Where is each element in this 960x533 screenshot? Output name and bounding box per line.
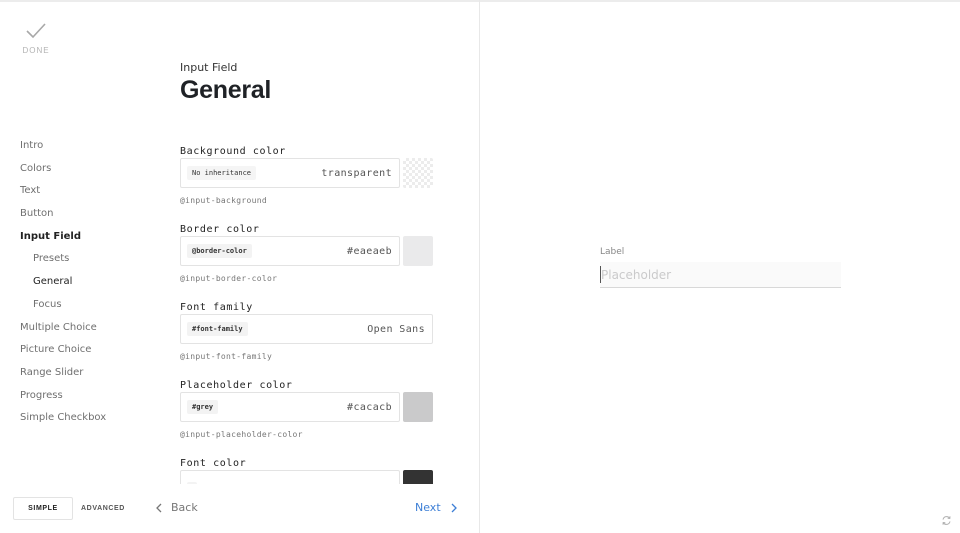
preview-field-label: Label bbox=[600, 247, 625, 257]
background-color-input[interactable]: No inheritance transparent bbox=[180, 158, 400, 188]
sidebar-item-picture-choice[interactable]: Picture Choice bbox=[20, 343, 106, 366]
page-title: General bbox=[180, 76, 272, 104]
field-value: transparent bbox=[321, 167, 392, 179]
border-color-input[interactable]: @border-color #eaeaeb bbox=[180, 236, 400, 266]
sidebar-item-range-slider[interactable]: Range Slider bbox=[20, 366, 106, 389]
sidebar-item-presets[interactable]: Presets bbox=[20, 252, 106, 275]
sidebar-item-general[interactable]: General bbox=[20, 275, 106, 298]
text-cursor bbox=[600, 266, 601, 283]
field-label: Placeholder color bbox=[180, 380, 293, 391]
sidebar-item-colors[interactable]: Colors bbox=[20, 162, 106, 185]
advanced-mode-button[interactable]: ADVANCED bbox=[78, 497, 128, 520]
fields-list: Background color No inheritance transpar… bbox=[180, 140, 440, 484]
back-label: Back bbox=[171, 501, 198, 514]
done-label: DONE bbox=[22, 46, 50, 55]
color-swatch[interactable] bbox=[403, 470, 433, 484]
field-label: Font color bbox=[180, 458, 247, 469]
field-font-color: Font color bbox=[180, 458, 440, 484]
field-label: Background color bbox=[180, 146, 286, 157]
variable-chip[interactable]: #font-family bbox=[187, 322, 248, 336]
section-label: Input Field bbox=[180, 61, 238, 74]
variable-name: @input-font-family bbox=[180, 352, 273, 361]
inheritance-chip[interactable]: No inheritance bbox=[187, 166, 257, 180]
sidebar-item-focus[interactable]: Focus bbox=[20, 298, 106, 321]
field-value: Open Sans bbox=[367, 323, 425, 335]
placeholder-color-input[interactable]: #grey #cacacb bbox=[180, 392, 400, 422]
variable-name: @input-border-color bbox=[180, 274, 278, 283]
next-label: Next bbox=[415, 501, 441, 514]
preview-input[interactable] bbox=[600, 262, 841, 288]
font-family-input[interactable]: #font-family Open Sans bbox=[180, 314, 433, 344]
variable-name: @input-placeholder-color bbox=[180, 430, 303, 439]
sidebar-item-text[interactable]: Text bbox=[20, 184, 106, 207]
refresh-icon[interactable] bbox=[941, 513, 952, 531]
simple-mode-button[interactable]: SIMPLE bbox=[13, 497, 73, 520]
variable-chip[interactable]: #grey bbox=[187, 400, 219, 414]
back-button[interactable]: Back bbox=[156, 501, 198, 514]
sidebar-item-intro[interactable]: Intro bbox=[20, 139, 106, 162]
field-placeholder-color: Placeholder color #grey #cacacb @input-p… bbox=[180, 380, 440, 439]
variable-chip[interactable] bbox=[187, 482, 197, 484]
field-border-color: Border color @border-color #eaeaeb @inpu… bbox=[180, 224, 440, 283]
color-swatch[interactable] bbox=[403, 392, 433, 422]
checkmark-icon bbox=[26, 23, 46, 39]
next-button[interactable]: Next bbox=[415, 501, 457, 514]
font-color-input[interactable] bbox=[180, 470, 400, 484]
sidebar-item-simple-checkbox[interactable]: Simple Checkbox bbox=[20, 411, 106, 434]
field-label: Border color bbox=[180, 224, 260, 235]
chevron-right-icon bbox=[451, 503, 457, 512]
field-value: #eaeaeb bbox=[347, 245, 392, 257]
chevron-left-icon bbox=[156, 503, 162, 512]
field-value: #cacacb bbox=[347, 401, 392, 413]
field-background-color: Background color No inheritance transpar… bbox=[180, 146, 440, 205]
field-label: Font family bbox=[180, 302, 253, 313]
sidebar-item-input-field[interactable]: Input Field bbox=[20, 230, 106, 253]
sidebar-item-button[interactable]: Button bbox=[20, 207, 106, 230]
done-button[interactable]: DONE bbox=[20, 22, 52, 55]
variable-chip[interactable]: @border-color bbox=[187, 244, 252, 258]
sidebar-item-progress[interactable]: Progress bbox=[20, 389, 106, 412]
sidebar-nav: Intro Colors Text Button Input Field Presets G… bbox=[20, 139, 106, 434]
color-swatch[interactable] bbox=[403, 158, 433, 188]
field-font-family: Font family #font-family Open Sans @inpu… bbox=[180, 302, 440, 361]
variable-name: @input-background bbox=[180, 196, 267, 205]
sidebar-item-multiple-choice[interactable]: Multiple Choice bbox=[20, 321, 106, 344]
color-swatch[interactable] bbox=[403, 236, 433, 266]
